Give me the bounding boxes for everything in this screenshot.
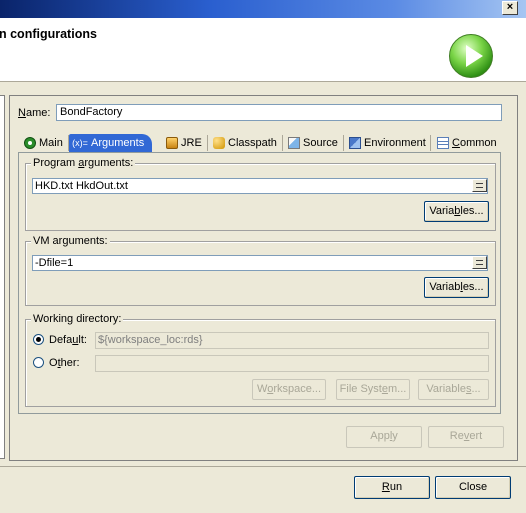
name-input[interactable]: BondFactory <box>56 104 502 121</box>
close-button[interactable]: Close <box>435 476 511 499</box>
configuration-list[interactable] <box>0 95 5 459</box>
program-arguments-label: Program arguments: <box>31 157 136 169</box>
workspace-button[interactable]: Workspace... <box>252 379 326 400</box>
program-arguments-variables-button[interactable]: Variables... <box>424 201 489 222</box>
other-radio[interactable] <box>33 357 44 368</box>
vm-arguments-label: VM arguments: <box>31 235 110 247</box>
common-icon <box>437 137 449 149</box>
vm-arguments-scroll[interactable] <box>472 256 487 269</box>
program-arguments-input[interactable]: HKD.txt HkdOut.txt <box>32 178 488 194</box>
window-close-button[interactable]: × <box>502 1 518 15</box>
file-system-button[interactable]: File System... <box>336 379 410 400</box>
arguments-icon: (x)= <box>72 138 88 148</box>
environment-icon <box>349 137 361 149</box>
jre-icon <box>166 137 178 149</box>
working-directory-variables-button[interactable]: Variables... <box>418 379 489 400</box>
working-directory-label: Working directory: <box>31 313 124 325</box>
apply-button[interactable]: Apply <box>346 426 422 448</box>
footer-divider <box>0 466 526 467</box>
tab-source[interactable]: Source <box>285 134 340 152</box>
close-icon: × <box>506 1 514 13</box>
revert-button[interactable]: Revert <box>428 426 504 448</box>
tab-arguments[interactable]: (x)= Arguments <box>69 134 152 152</box>
name-label: Name: <box>18 107 51 119</box>
classpath-icon <box>213 137 225 149</box>
run-icon <box>449 34 493 78</box>
tab-main[interactable]: Main <box>21 134 65 152</box>
program-arguments-scroll[interactable] <box>472 179 487 192</box>
default-directory-field: ${workspace_loc:rds} <box>95 332 489 349</box>
default-radio[interactable] <box>33 334 44 345</box>
main-class-icon <box>24 137 36 149</box>
vm-arguments-variables-button[interactable]: Variables... <box>424 277 489 298</box>
tab-common[interactable]: Common <box>434 134 499 152</box>
default-label: Default: <box>49 334 87 346</box>
source-icon <box>288 137 300 149</box>
other-directory-field[interactable] <box>95 355 489 372</box>
tab-jre[interactable]: JRE <box>163 134 204 152</box>
vm-arguments-input[interactable]: -Dfile=1 <box>32 255 488 271</box>
tab-environment[interactable]: Environment <box>346 134 428 152</box>
window-title-bar <box>0 0 526 18</box>
dialog-title: n configurations <box>0 27 97 41</box>
tab-classpath[interactable]: Classpath <box>210 134 279 152</box>
run-button[interactable]: Run <box>354 476 430 499</box>
other-label: Other: <box>49 357 80 369</box>
